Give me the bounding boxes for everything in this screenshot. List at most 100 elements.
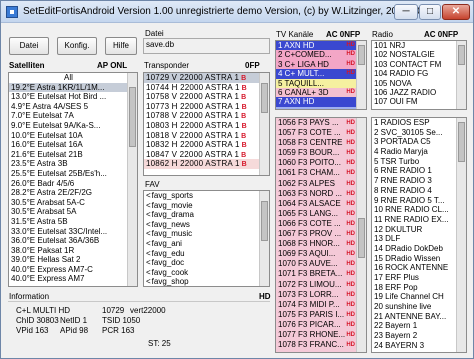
- title-bar[interactable]: SetEditFortisAndroid Version 1.00 unregi…: [1, 1, 473, 23]
- satellite-item[interactable]: 39.0°E Hellas Sat 2: [9, 255, 137, 265]
- radio-channel-item[interactable]: 15 DRadio Wissen: [372, 254, 456, 264]
- tv-fav-list[interactable]: 1 AXN HD HD 2 C+COMED... HD 3 C+ LIGA HD HD 4 …: [275, 40, 367, 110]
- radio-channel-item[interactable]: 17 ERF Plus: [372, 273, 456, 283]
- radio-fav-item[interactable]: 102 NOSTALGIE: [372, 50, 456, 59]
- radio-channel-item[interactable]: 6 RNE RADIO 1: [372, 166, 456, 176]
- fav-item[interactable]: <favg_doc: [144, 258, 269, 268]
- satellite-item[interactable]: 10.0°E Eutelsat 10A: [9, 131, 137, 141]
- transponder-item[interactable]: 10758 V 22000 ASTRA 1B: [144, 92, 269, 102]
- tv-channel-item[interactable]: 1063 F3 NORD ... HD: [276, 189, 356, 199]
- satellite-item[interactable]: 26.0°E Badr 4/5/6: [9, 179, 137, 189]
- tv-channel-item[interactable]: 1074 F3 MIDI P... HD: [276, 300, 356, 310]
- satellite-item[interactable]: 21.6°E Eutelsat 21B: [9, 150, 137, 160]
- tv-channel-item[interactable]: 1059 F3 BOUR... HD: [276, 148, 356, 158]
- tv-channel-item[interactable]: 1076 F3 PICAR... HD: [276, 320, 356, 330]
- satellite-item[interactable]: 7.0°E Eutelsat 7A: [9, 111, 137, 121]
- tv-channel-item[interactable]: 1060 F3 POITO... HD: [276, 158, 356, 168]
- transponder-item[interactable]: 10862 H 22000 ASTRA 1B: [144, 159, 269, 169]
- tv-channel-item[interactable]: 1056 F3 PAYS ... HD: [276, 118, 356, 128]
- satellite-item[interactable]: 38.0°E Paksat 1R: [9, 246, 137, 256]
- tv-fav-item[interactable]: 4 C+ MULT... HD: [276, 69, 356, 79]
- fav-item[interactable]: <favg_drama: [144, 210, 269, 220]
- radio-all-scroll-thumb[interactable]: [458, 122, 465, 162]
- hilfe-button[interactable]: Hilfe: [105, 37, 137, 55]
- satellite-item[interactable]: 30.5°E Arabsat 5A-C: [9, 198, 137, 208]
- radio-channel-item[interactable]: 10 RNE RADIO CL...: [372, 205, 456, 215]
- transponder-item[interactable]: 10744 H 22000 ASTRA 1B: [144, 83, 269, 93]
- satellite-item[interactable]: 28.2°E Astra 2E/2F/2G: [9, 188, 137, 198]
- tv-channel-item[interactable]: 1073 F3 LORR... HD: [276, 290, 356, 300]
- tv-channel-item[interactable]: 1068 F3 HNOR... HD: [276, 239, 356, 249]
- satellite-item[interactable]: 19.2°E Astra 1KR/1L/1M...: [9, 82, 137, 93]
- radio-fav-item[interactable]: 106 JAZZ RADIO: [372, 88, 456, 97]
- fav-scrollbar[interactable]: [259, 191, 269, 286]
- konfig-button[interactable]: Konfig.: [57, 37, 97, 55]
- tv-channel-item[interactable]: 1067 F3 PROV ... HD: [276, 229, 356, 239]
- radio-channel-item[interactable]: 1 RADIOS ESP: [372, 118, 456, 128]
- tv-channel-item[interactable]: 1058 F3 CENTRE HD: [276, 138, 356, 148]
- tv-fav-scroll-thumb[interactable]: [358, 45, 365, 65]
- radio-channel-item[interactable]: 9 RNE RADIO 5 T...: [372, 196, 456, 206]
- radio-channel-item[interactable]: 22 Bayern 1: [372, 321, 456, 331]
- file-name-field[interactable]: save.db: [143, 38, 270, 54]
- fav-item[interactable]: <favg_ani: [144, 239, 269, 249]
- satellites-list[interactable]: All 19.2°E Astra 1KR/1L/1M... 13.0°E Eutel…: [8, 72, 138, 287]
- tv-fav-item[interactable]: 5 TAQUILL...: [276, 78, 356, 88]
- tv-channel-item[interactable]: 1070 F3 AUVE... HD: [276, 259, 356, 269]
- tv-channel-item[interactable]: 1057 F3 COTE ... HD: [276, 128, 356, 138]
- tv-channel-item[interactable]: 1077 F3 RHONE... HD: [276, 330, 356, 340]
- radio-fav-item[interactable]: 103 CONTACT FM: [372, 60, 456, 69]
- fav-item[interactable]: <favg_music: [144, 229, 269, 239]
- radio-channel-item[interactable]: 18 ERF Pop: [372, 283, 456, 293]
- radio-channel-item[interactable]: 7 RNE RADIO 3: [372, 176, 456, 186]
- transponder-list[interactable]: 10729 V 22000 ASTRA 1 B 10744 H 22000 ASTR…: [143, 72, 270, 176]
- radio-all-scrollbar[interactable]: [456, 118, 466, 352]
- transponder-item[interactable]: 10803 H 22000 ASTRA 1B: [144, 121, 269, 131]
- radio-channel-item[interactable]: 3 PORTADA C5: [372, 137, 456, 147]
- radio-channel-item[interactable]: 16 ROCK ANTENNE: [372, 263, 456, 273]
- tv-channel-item[interactable]: 1065 F3 LANG... HD: [276, 209, 356, 219]
- satellite-item[interactable]: 16.0°E Eutelsat 16A: [9, 140, 137, 150]
- transponder-item[interactable]: 10788 V 22000 ASTRA 1B: [144, 111, 269, 121]
- fav-item[interactable]: <favg_edu: [144, 249, 269, 259]
- tv-fav-scrollbar[interactable]: [356, 41, 366, 109]
- radio-channel-item[interactable]: 2 SVC_30105 Se...: [372, 128, 456, 138]
- radio-all-list[interactable]: 1 RADIOS ESP 2 SVC_30105 Se... 3 PORTADA C…: [371, 117, 467, 353]
- tv-fav-item[interactable]: 6 CANAL+ 3D HD: [276, 87, 356, 98]
- satellite-item[interactable]: 33.0°E Eutelsat 33C/Intel...: [9, 227, 137, 237]
- datei-button[interactable]: Datei: [9, 37, 49, 55]
- satellite-item[interactable]: 4.9°E Astra 4A/SES 5: [9, 102, 137, 112]
- tv-channel-item[interactable]: 1075 F3 PARIS I... HD: [276, 310, 356, 320]
- radio-channel-item[interactable]: 5 TSR Turbo: [372, 157, 456, 167]
- satellites-scrollbar[interactable]: [127, 73, 137, 286]
- satellite-item[interactable]: 23.5°E Astra 3B: [9, 159, 137, 169]
- maximize-button[interactable]: □: [419, 4, 441, 20]
- satellite-item[interactable]: All: [9, 73, 137, 83]
- minimize-button[interactable]: ─: [394, 4, 418, 20]
- radio-channel-item[interactable]: 13 DLF: [372, 234, 456, 244]
- tv-channel-item[interactable]: 1078 F3 FRANC... HD: [276, 340, 356, 350]
- tv-all-list[interactable]: 1056 F3 PAYS ... HD 1057 F3 COTE ... HD 1058…: [275, 117, 367, 353]
- satellite-item[interactable]: 36.0°E Eutelsat 36A/36B: [9, 236, 137, 246]
- satellite-item[interactable]: 31.5°E Astra 5B: [9, 217, 137, 227]
- radio-channel-item[interactable]: 21 ANTENNE BAY...: [372, 312, 456, 322]
- transponder-item[interactable]: 10832 H 22000 ASTRA 1B: [144, 140, 269, 150]
- radio-fav-scrollbar[interactable]: [456, 41, 466, 109]
- fav-list[interactable]: <favg_sports <favg_movie <favg_drama <favg_…: [143, 190, 270, 287]
- radio-channel-item[interactable]: 14 DRadio DokDeb: [372, 244, 456, 254]
- transponder-item[interactable]: 10847 V 22000 ASTRA 1B: [144, 150, 269, 160]
- satellite-item[interactable]: 13.0°E Eutelsat Hot Bird ...: [9, 92, 137, 102]
- fav-item[interactable]: <favg_news: [144, 220, 269, 230]
- transponder-scrollbar[interactable]: [259, 73, 269, 175]
- transponder-item[interactable]: 10818 V 22000 ASTRA 1B: [144, 131, 269, 141]
- satellite-item[interactable]: 40.0°E Express AM7: [9, 274, 137, 284]
- fav-item[interactable]: <favg_movie: [144, 201, 269, 211]
- tv-channel-item[interactable]: 1061 F3 CHAM... HD: [276, 168, 356, 178]
- radio-channel-item[interactable]: 11 RNE RADIO EX...: [372, 215, 456, 225]
- transponder-item[interactable]: 10773 H 22000 ASTRA 1B: [144, 102, 269, 112]
- tv-channel-item[interactable]: 1069 F3 AQUI... HD: [276, 249, 356, 259]
- tv-all-scroll-thumb[interactable]: [358, 218, 365, 258]
- radio-fav-item[interactable]: 101 NRJ: [372, 41, 456, 50]
- tv-channel-item[interactable]: 1062 F3 ALPES HD: [276, 179, 356, 189]
- radio-fav-scroll-thumb[interactable]: [458, 45, 465, 65]
